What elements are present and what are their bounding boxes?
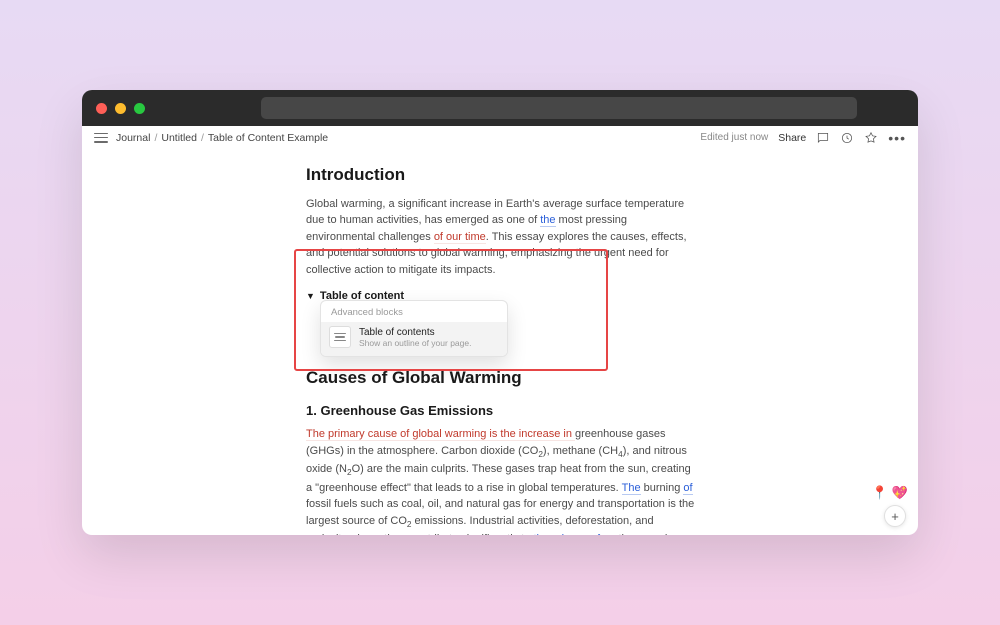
popup-item-subtitle: Show an outline of your page. [359,338,471,348]
traffic-light-minimize[interactable] [115,103,126,114]
toc-block-icon [329,326,351,348]
breadcrumb-item[interactable]: Table of Content Example [208,132,328,144]
link-of-our-time[interactable]: of our time [434,231,486,244]
link[interactable]: the release of [533,533,600,535]
grammar-span: The primary cause of global warming is t… [306,428,575,441]
window-titlebar [82,90,918,126]
link[interactable]: The [622,482,641,495]
traffic-light-zoom[interactable] [134,103,145,114]
breadcrumb-item[interactable]: Journal [116,132,150,144]
heading-causes[interactable]: Causes of Global Warming [306,365,698,391]
page-body: Introduction Global warming, a significa… [82,150,918,535]
link[interactable]: of [683,482,692,495]
floating-badges: 📍 💖 [872,485,908,501]
pin-icon[interactable]: 📍 [872,485,888,501]
clock-icon[interactable] [840,131,854,145]
link-the[interactable]: the [540,214,555,227]
popup-section-header: Advanced blocks [321,301,507,322]
intro-paragraph[interactable]: Global warming, a significant increase i… [306,196,698,279]
edited-status: Edited just now [700,132,768,143]
breadcrumb-separator: / [201,132,204,144]
heart-icon[interactable]: 💖 [892,485,908,501]
traffic-light-close[interactable] [96,103,107,114]
share-button[interactable]: Share [778,132,806,144]
add-fab[interactable]: + [884,505,906,527]
slash-command-popup: Advanced blocks Table of contents Show a… [320,300,508,357]
app-window: Journal / Untitled / Table of Content Ex… [82,90,918,535]
more-icon[interactable]: ••• [888,131,906,145]
star-icon[interactable] [864,131,878,145]
popup-item-toc[interactable]: Table of contents Show an outline of you… [321,322,507,356]
caret-down-icon: ▼ [306,290,315,304]
heading-introduction[interactable]: Introduction [306,162,698,188]
comment-icon[interactable] [816,131,830,145]
text: burning [641,482,684,494]
breadcrumb-item[interactable]: Untitled [161,132,197,144]
address-bar[interactable] [261,97,857,119]
page-toolbar: Journal / Untitled / Table of Content Ex… [82,126,918,150]
ghg-paragraph[interactable]: The primary cause of global warming is t… [306,426,698,535]
breadcrumb-separator: / [154,132,157,144]
heading-ghg[interactable]: 1. Greenhouse Gas Emissions [306,401,698,421]
text: ), methane (CH [543,445,618,457]
text: Global warming, a significant increase i… [306,198,684,227]
menu-icon[interactable] [94,133,108,143]
popup-item-title: Table of contents [359,327,471,338]
